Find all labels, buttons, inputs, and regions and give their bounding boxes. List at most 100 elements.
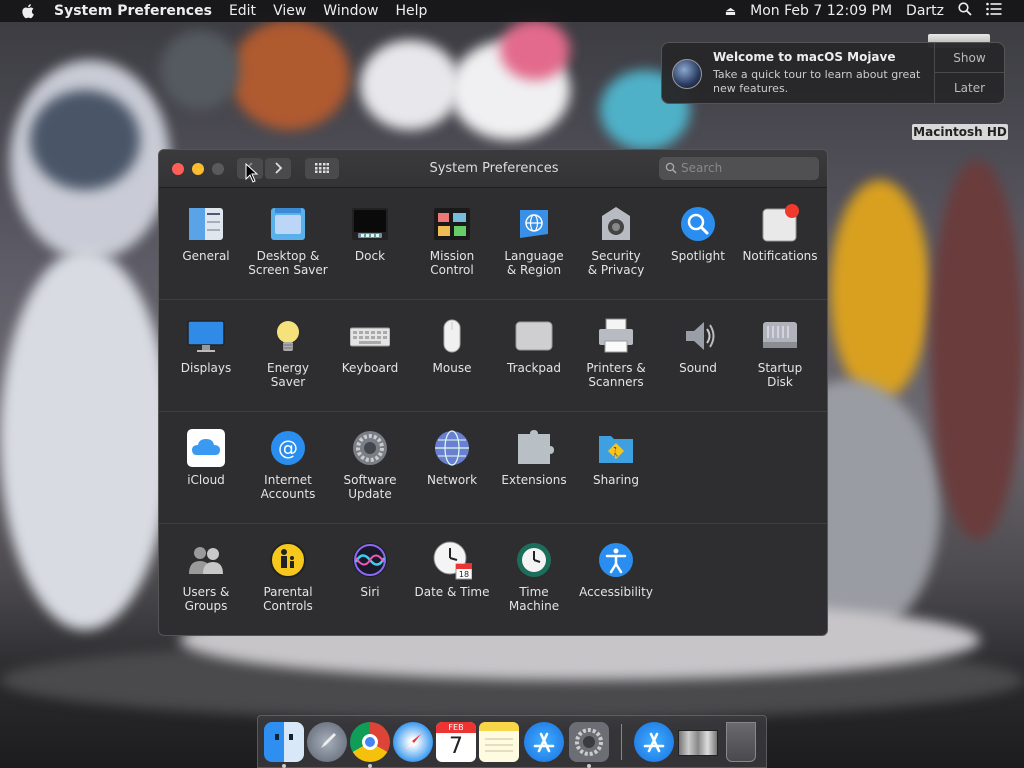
- pref-pane-label: Language & Region: [504, 249, 564, 277]
- forward-button[interactable]: [265, 158, 291, 179]
- pref-pane-spotlight[interactable]: Spotlight: [657, 194, 739, 294]
- pref-pane-label: Desktop & Screen Saver: [248, 249, 328, 277]
- pref-pane-printers-scanners[interactable]: Printers & Scanners: [575, 306, 657, 406]
- startup-disk-icon: [760, 316, 800, 356]
- pref-pane-startup-disk[interactable]: Startup Disk: [739, 306, 821, 406]
- chevron-right-icon: [275, 162, 283, 174]
- pref-pane-label: Sharing: [592, 473, 640, 487]
- notification-center-icon[interactable]: [986, 2, 1002, 20]
- pref-pane-dock[interactable]: Dock: [329, 194, 411, 294]
- app-store-download-icon[interactable]: [634, 722, 674, 762]
- pref-pane-label: Network: [426, 473, 478, 487]
- pref-pane-notifications[interactable]: Notifications: [739, 194, 821, 294]
- pref-pane-internet-accounts[interactable]: @ Internet Accounts: [247, 418, 329, 518]
- notification-later-button[interactable]: Later: [935, 73, 1004, 103]
- safari-icon[interactable]: [393, 722, 433, 762]
- pref-pane-displays[interactable]: Displays: [165, 306, 247, 406]
- spotlight-icon: [678, 204, 718, 244]
- pane-row: General Desktop & Screen Saver Dock Mission…: [159, 188, 827, 300]
- pref-pane-label: Date & Time: [414, 585, 490, 599]
- pref-pane-network[interactable]: Network: [411, 418, 493, 518]
- pref-pane-energy-saver[interactable]: Energy Saver: [247, 306, 329, 406]
- pref-pane-label: Users & Groups: [182, 585, 230, 613]
- system-preferences-window: System Preferences Search General Desktop…: [158, 149, 828, 636]
- system-preferences-icon[interactable]: [569, 722, 609, 762]
- pref-pane-users-groups[interactable]: Users & Groups: [165, 530, 247, 630]
- spotlight-search-icon[interactable]: [958, 2, 972, 20]
- pref-pane-mouse[interactable]: Mouse: [411, 306, 493, 406]
- search-field[interactable]: Search: [659, 157, 819, 180]
- notification-banner[interactable]: Welcome to macOS Mojave Take a quick tou…: [661, 42, 1005, 104]
- keyboard-icon: [349, 316, 391, 356]
- notifications-icon: [760, 204, 800, 244]
- pref-pane-label: General: [182, 249, 230, 263]
- pref-pane-desktop-screensaver[interactable]: Desktop & Screen Saver: [247, 194, 329, 294]
- grid-icon: [315, 163, 329, 173]
- pref-pane-date-time[interactable]: 18 Date & Time: [411, 530, 493, 630]
- svg-text:🚶: 🚶: [610, 446, 621, 458]
- chrome-icon[interactable]: [350, 722, 390, 762]
- apple-menu-icon[interactable]: [20, 3, 38, 19]
- pref-pane-label: Accessibility: [579, 585, 653, 599]
- extensions-icon: [514, 428, 554, 468]
- pref-pane-keyboard[interactable]: Keyboard: [329, 306, 411, 406]
- window-titlebar[interactable]: System Preferences Search: [159, 150, 827, 188]
- launchpad-icon[interactable]: [307, 722, 347, 762]
- security-privacy-icon: [596, 204, 636, 244]
- user-menu[interactable]: Dartz: [906, 3, 944, 19]
- notes-icon[interactable]: [479, 722, 519, 762]
- energy-saver-icon: [268, 316, 308, 356]
- sound-icon: [678, 316, 718, 356]
- pref-pane-label: Startup Disk: [757, 361, 803, 389]
- calendar-icon[interactable]: FEB 7: [436, 722, 476, 762]
- pref-pane-icloud[interactable]: iCloud: [165, 418, 247, 518]
- pref-pane-label: Notifications: [742, 249, 818, 263]
- menu-window[interactable]: Window: [323, 3, 378, 19]
- photo-icon[interactable]: [678, 730, 718, 756]
- menu-view[interactable]: View: [273, 3, 306, 19]
- pref-pane-sharing[interactable]: 🚶 Sharing: [575, 418, 657, 518]
- menu-help[interactable]: Help: [396, 3, 428, 19]
- pref-pane-accessibility[interactable]: Accessibility: [575, 530, 657, 630]
- eject-icon[interactable]: ⏏: [725, 4, 736, 18]
- pref-pane-general[interactable]: General: [165, 194, 247, 294]
- network-icon: [432, 428, 472, 468]
- pref-pane-security-privacy[interactable]: Security & Privacy: [575, 194, 657, 294]
- users-groups-icon: [186, 540, 226, 580]
- date-time-icon: 18: [432, 540, 473, 580]
- menu-edit[interactable]: Edit: [229, 3, 256, 19]
- pref-pane-trackpad[interactable]: Trackpad: [493, 306, 575, 406]
- pref-pane-sound[interactable]: Sound: [657, 306, 739, 406]
- close-button[interactable]: [172, 163, 184, 175]
- pref-pane-language-region[interactable]: Language & Region: [493, 194, 575, 294]
- accessibility-icon: [596, 540, 636, 580]
- clock[interactable]: Mon Feb 7 12:09 PM: [750, 3, 892, 19]
- general-icon: [186, 204, 226, 244]
- notification-show-button[interactable]: Show: [935, 43, 1004, 73]
- pref-pane-siri[interactable]: Siri: [329, 530, 411, 630]
- mission-control-icon: [432, 204, 472, 244]
- sharing-icon: 🚶: [596, 428, 636, 468]
- pane-row: Displays Energy Saver Keyboard Mouse Trackpa…: [159, 300, 827, 412]
- pref-pane-mission-control[interactable]: Mission Control: [411, 194, 493, 294]
- minimize-button[interactable]: [192, 163, 204, 175]
- printers-scanners-icon: [596, 316, 636, 356]
- pref-pane-label: Security & Privacy: [587, 249, 645, 277]
- dock: FEB 7: [257, 715, 767, 768]
- menu-app-name[interactable]: System Preferences: [54, 3, 212, 19]
- search-icon: [665, 162, 677, 174]
- show-all-button[interactable]: [305, 158, 339, 179]
- zoom-button[interactable]: [212, 163, 224, 175]
- notification-body: Take a quick tour to learn about great n…: [713, 68, 921, 95]
- finder-icon[interactable]: [264, 722, 304, 762]
- pref-pane-label: Extensions: [501, 473, 567, 487]
- pref-pane-extensions[interactable]: Extensions: [493, 418, 575, 518]
- notification-actions: Show Later: [934, 43, 1004, 103]
- app-store-icon[interactable]: [524, 722, 564, 762]
- running-indicator: [282, 764, 286, 768]
- pref-pane-software-update[interactable]: Software Update: [329, 418, 411, 518]
- running-indicator: [587, 764, 591, 768]
- pref-pane-parental-controls[interactable]: Parental Controls: [247, 530, 329, 630]
- pref-pane-time-machine[interactable]: Time Machine: [493, 530, 575, 630]
- trash-icon[interactable]: [726, 722, 756, 762]
